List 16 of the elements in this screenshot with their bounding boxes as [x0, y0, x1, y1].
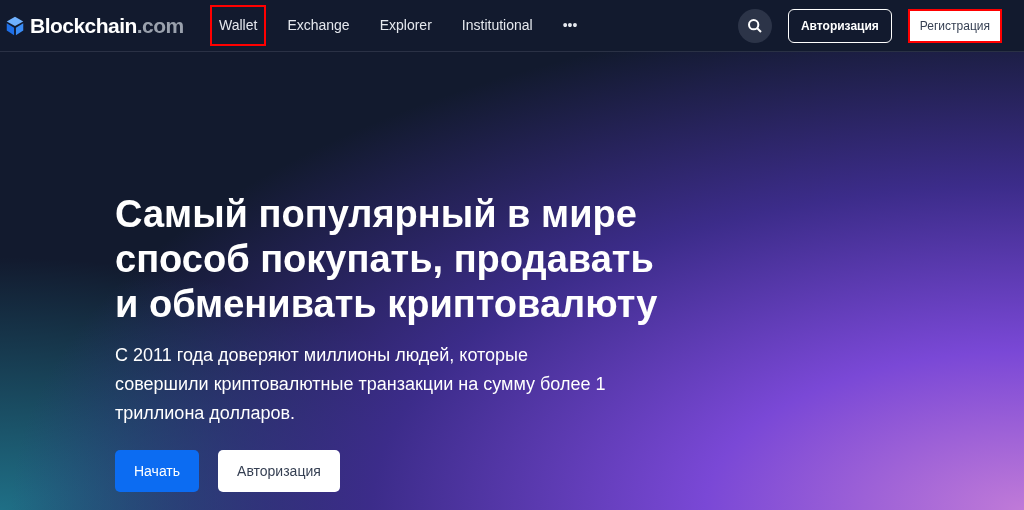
- header-button[interactable]: Регистрация: [907, 8, 1002, 43]
- logo-text[interactable]: Blockchain.com: [30, 9, 184, 42]
- hero-button[interactable]: Начать: [115, 450, 200, 492]
- logo-icon: [4, 14, 26, 37]
- search-icon: [746, 17, 763, 34]
- header-button[interactable]: Авторизация: [787, 8, 892, 43]
- nav-link[interactable]: Institutional: [452, 5, 542, 46]
- nav-link[interactable]: Exchange: [278, 5, 359, 46]
- hero-button[interactable]: Авторизация: [218, 450, 340, 492]
- search-button[interactable]: [737, 8, 772, 43]
- nav-link[interactable]: •••: [553, 5, 587, 46]
- highlight-frame: [210, 5, 267, 46]
- hero-subtitle: С 2011 года доверяют миллионы людей, которые совершили криптовалютные транзакции на сумму более 1 триллиона долларов.: [115, 344, 607, 425]
- nav-link[interactable]: Wallet: [210, 5, 267, 46]
- nav-link[interactable]: Explorer: [370, 5, 441, 46]
- hero-title: Самый популярный в мире способ покупать, продавать и обменивать криптовалюту: [115, 192, 659, 327]
